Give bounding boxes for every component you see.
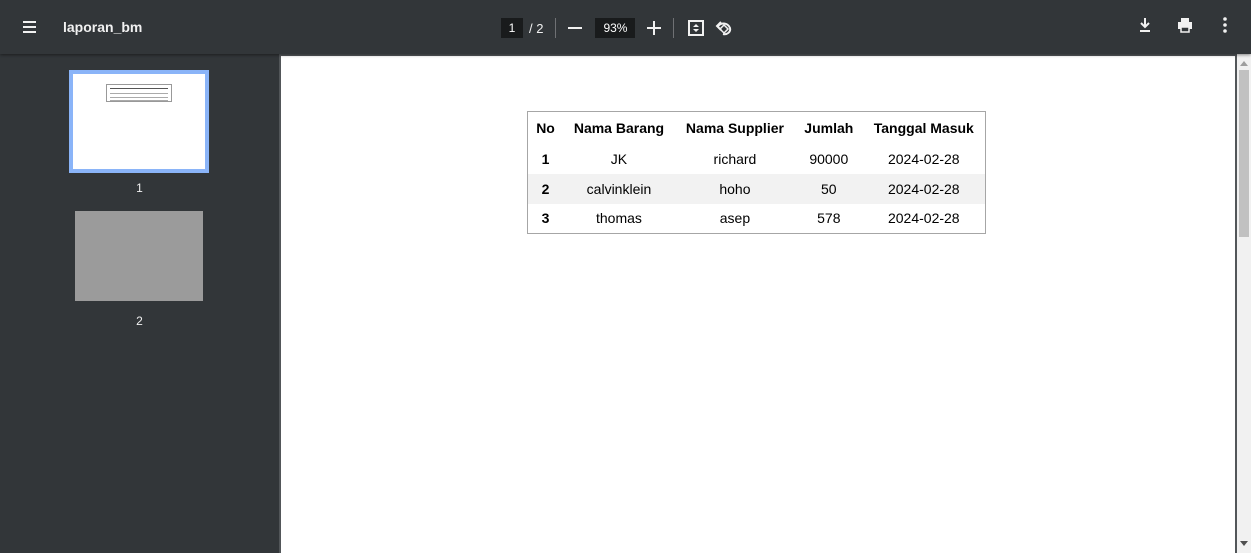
column-header: Nama Supplier [685, 119, 784, 136]
entry-date: 2024-02-28 [862, 173, 986, 204]
toolbar-divider [673, 18, 675, 38]
item-name: calvinklein [563, 173, 675, 204]
scrollbar-thumb[interactable] [1239, 70, 1249, 237]
page-thumbnail-2[interactable] [75, 211, 203, 301]
column-header: Tanggal Masuk [873, 119, 974, 136]
rotate-counterclockwise-icon[interactable] [714, 18, 734, 38]
download-icon[interactable] [1135, 15, 1155, 35]
page-total: / 2 [529, 20, 544, 36]
item-name: thomas [596, 210, 642, 227]
supplier-name: richard [713, 150, 757, 167]
more-vertical-icon[interactable] [1215, 15, 1235, 35]
table-row: 2 calvinklein hoho 50 2024-02-28 [527, 173, 986, 204]
item-name: JK [610, 150, 628, 167]
supplier-name: asep [719, 210, 751, 227]
vertical-scrollbar[interactable] [1237, 54, 1251, 553]
zoom-out-button[interactable] [568, 27, 583, 29]
page-zoom-controls: 1 / 2 93% [501, 15, 734, 41]
column-header: Jumlah [804, 119, 854, 136]
page-thumbnail-1[interactable] [69, 70, 209, 173]
pdf-toolbar: laporan_bm 1 / 2 93% [0, 0, 1251, 54]
row-number: 1 [541, 150, 550, 167]
column-header: Nama Barang [573, 119, 665, 136]
quantity: 50 [795, 173, 863, 204]
supplier-name: hoho [674, 173, 796, 204]
table-row: 1 JK richard 90000 2024-02-28 [528, 144, 986, 174]
printer-icon[interactable] [1175, 15, 1195, 35]
entry-date: 2024-02-28 [887, 150, 960, 167]
entry-date: 2024-02-28 [887, 210, 960, 227]
page-thumbnail-label: 1 [136, 181, 143, 195]
page-thumbnail-label: 2 [136, 314, 143, 328]
column-header: No [536, 119, 555, 136]
table-row: 3 thomas asep 578 2024-02-28 [528, 204, 986, 234]
document-actions [1135, 15, 1235, 35]
row-number: 3 [541, 210, 550, 227]
pdf-viewer[interactable]: No Nama Barang Nama Supplier Jumlah Tang… [279, 54, 1251, 553]
scroll-down-arrow-icon[interactable] [1240, 541, 1248, 546]
quantity: 90000 [809, 150, 849, 167]
table-header-row: No Nama Barang Nama Supplier Jumlah Tang… [528, 112, 986, 144]
row-number: 2 [527, 173, 564, 204]
fit-page-icon[interactable] [686, 18, 706, 38]
zoom-in-button[interactable] [647, 21, 662, 35]
quantity: 578 [817, 210, 841, 227]
zoom-level-input[interactable]: 93% [595, 18, 636, 38]
scroll-up-arrow-icon[interactable] [1240, 61, 1248, 66]
pdf-page: No Nama Barang Nama Supplier Jumlah Tang… [281, 56, 1235, 553]
report-table: No Nama Barang Nama Supplier Jumlah Tang… [527, 111, 986, 234]
thumbnail-sidebar: 1 2 [0, 54, 279, 553]
thumbnail-table-preview [106, 84, 172, 102]
page-number-input[interactable]: 1 [501, 18, 523, 38]
hamburger-menu-icon[interactable] [20, 16, 42, 38]
toolbar-divider [555, 18, 557, 38]
document-title: laporan_bm [63, 19, 143, 35]
